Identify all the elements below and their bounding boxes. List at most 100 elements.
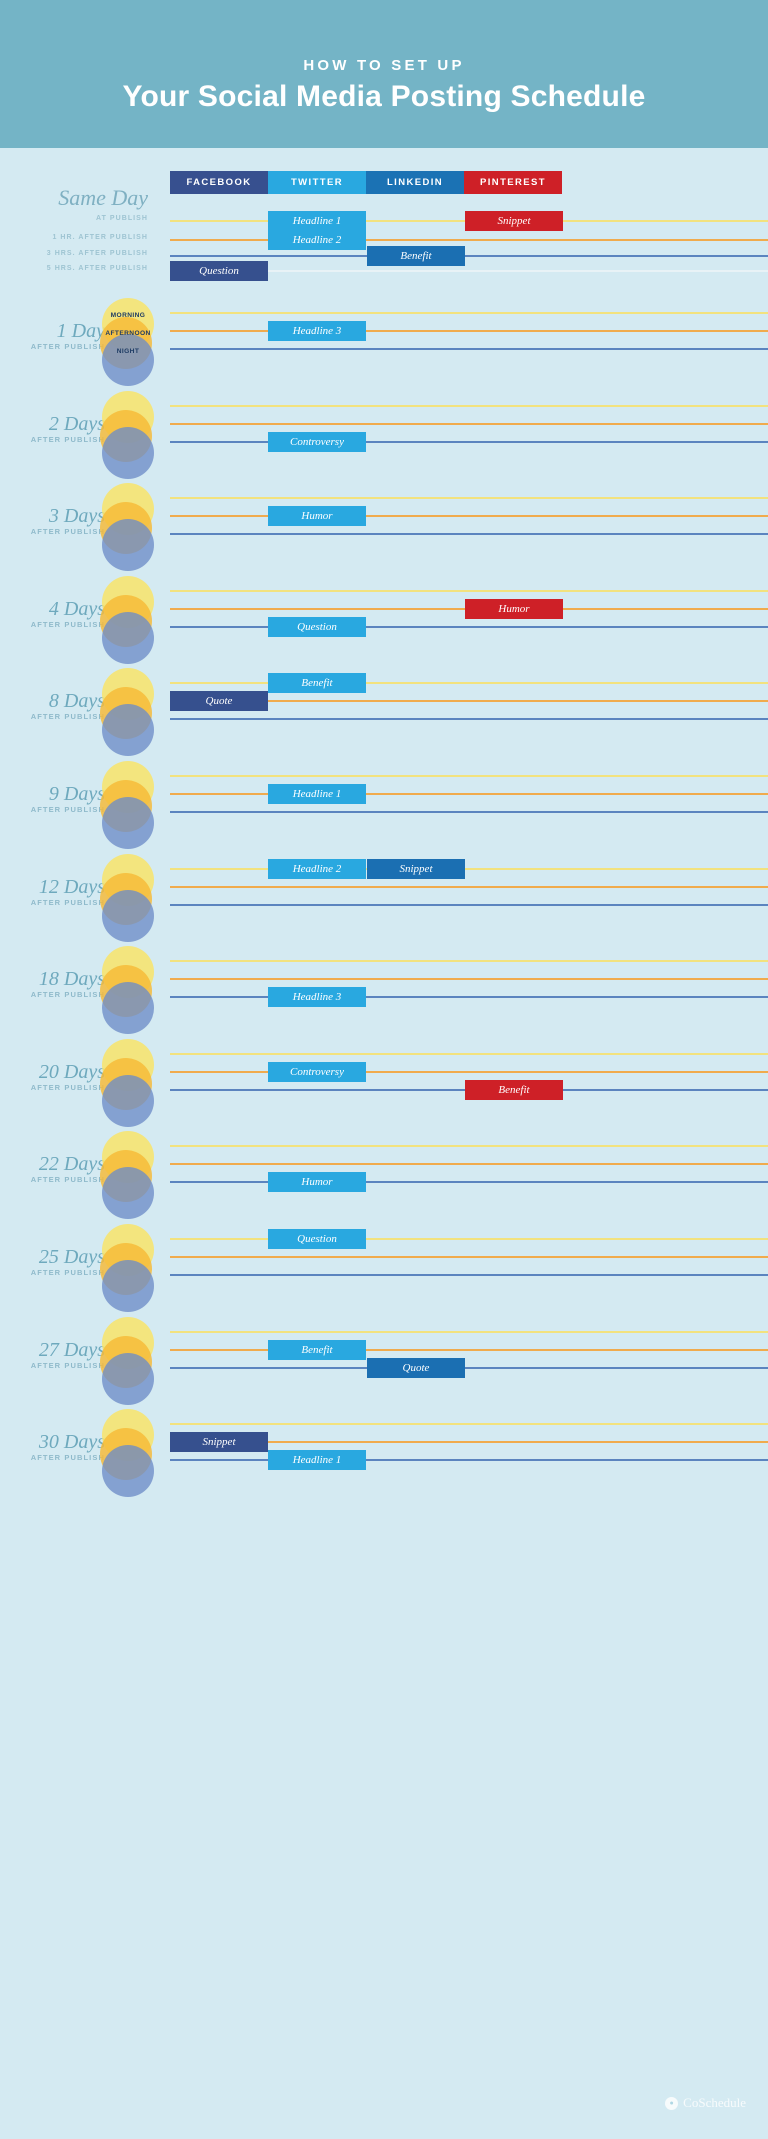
same-day-row-caption: 3 HRS. AFTER PUBLISH bbox=[46, 250, 148, 257]
time-of-day-circle-night bbox=[102, 612, 154, 664]
platform-header-pinterest[interactable]: PINTEREST bbox=[464, 171, 562, 194]
platform-header-linkedin[interactable]: LINKEDIN bbox=[366, 171, 464, 194]
timeline-line-night bbox=[170, 348, 768, 350]
time-of-day-circle-night bbox=[102, 334, 154, 386]
schedule-bar-pinterest[interactable]: Snippet bbox=[465, 211, 563, 231]
schedule-bar-facebook[interactable]: Snippet bbox=[170, 1432, 268, 1452]
timeline-line-morning bbox=[170, 1423, 768, 1425]
platform-header-facebook[interactable]: FACEBOOK bbox=[170, 171, 268, 194]
day-row-subtitle: AFTER PUBLISH bbox=[30, 1361, 105, 1370]
schedule-bar-twitter[interactable]: Headline 1 bbox=[268, 1450, 366, 1470]
schedule-bar-twitter[interactable]: Headline 1 bbox=[268, 211, 366, 231]
day-row-title: 18 Days bbox=[38, 968, 105, 990]
time-of-day-circle-night bbox=[102, 797, 154, 849]
time-of-day-circle-night bbox=[102, 1445, 154, 1497]
day-row: 4 Days AFTER PUBLISH Humor Question bbox=[0, 570, 768, 664]
timeline-line-afternoon bbox=[170, 330, 768, 332]
timeline-line-morning bbox=[170, 868, 768, 870]
schedule-bar-linkedin[interactable]: Quote bbox=[367, 1358, 465, 1378]
day-row-title: 2 Days bbox=[48, 413, 105, 435]
time-of-day-circles bbox=[100, 576, 156, 664]
schedule-bar-linkedin[interactable]: Benefit bbox=[367, 246, 465, 266]
schedule-bar-twitter[interactable]: Controversy bbox=[268, 1062, 366, 1082]
time-of-day-circle-night bbox=[102, 704, 154, 756]
day-row-title: 25 Days bbox=[38, 1246, 105, 1268]
timeline-line-afternoon bbox=[170, 793, 768, 795]
platform-header-twitter[interactable]: TWITTER bbox=[268, 171, 366, 194]
footer-brand: CoSchedule bbox=[683, 2095, 746, 2110]
timeline-line-morning bbox=[170, 775, 768, 777]
timeline-line-night bbox=[170, 1274, 768, 1276]
day-row-subtitle: AFTER PUBLISH bbox=[30, 527, 105, 536]
timeline-line-morning bbox=[170, 1238, 768, 1240]
day-row-subtitle: AFTER PUBLISH bbox=[30, 1175, 105, 1184]
timeline-line-morning bbox=[170, 590, 768, 592]
schedule-bar-twitter[interactable]: Question bbox=[268, 617, 366, 637]
schedule-bar-pinterest[interactable]: Benefit bbox=[465, 1080, 563, 1100]
schedule-bar-facebook[interactable]: Question bbox=[170, 261, 268, 281]
timeline-line-afternoon bbox=[170, 1256, 768, 1258]
time-of-day-circles bbox=[100, 1317, 156, 1405]
time-of-day-circles bbox=[100, 1224, 156, 1312]
schedule-bar-twitter[interactable]: Benefit bbox=[268, 1340, 366, 1360]
same-day-row-caption: 5 HRS. AFTER PUBLISH bbox=[46, 265, 148, 272]
timeline-line-morning bbox=[170, 682, 768, 684]
day-row-subtitle: AFTER PUBLISH bbox=[30, 1453, 105, 1462]
schedule-bar-pinterest[interactable]: Humor bbox=[465, 599, 563, 619]
day-row-title: 9 Days bbox=[48, 783, 105, 805]
schedule-bar-twitter[interactable]: Question bbox=[268, 1229, 366, 1249]
schedule-bar-twitter[interactable]: Humor bbox=[268, 1172, 366, 1192]
day-row-title: 4 Days bbox=[48, 598, 105, 620]
day-row-title: 3 Days bbox=[48, 505, 105, 527]
timeline-line bbox=[170, 239, 768, 241]
time-of-day-circles bbox=[100, 1409, 156, 1497]
time-of-day-circle-night bbox=[102, 1075, 154, 1127]
time-of-day-circle-night bbox=[102, 1260, 154, 1312]
time-of-day-circle-night bbox=[102, 1353, 154, 1405]
schedule-bar-linkedin[interactable]: Snippet bbox=[367, 859, 465, 879]
schedule-bar-twitter[interactable]: Headline 2 bbox=[268, 859, 366, 879]
timeline-line-night bbox=[170, 441, 768, 443]
day-row: 12 Days AFTER PUBLISH Headline 2 Snippet bbox=[0, 848, 768, 942]
schedule-bar-twitter[interactable]: Controversy bbox=[268, 432, 366, 452]
header-banner: HOW TO SET UP Your Social Media Posting … bbox=[0, 0, 768, 148]
timeline-line-afternoon bbox=[170, 1163, 768, 1165]
time-of-day-circles bbox=[100, 946, 156, 1034]
time-of-day-circles bbox=[100, 761, 156, 849]
day-row-title: 20 Days bbox=[38, 1061, 105, 1083]
co-schedule-icon: ● bbox=[665, 2096, 679, 2110]
timeline-line-night bbox=[170, 904, 768, 906]
timeline-line-night bbox=[170, 811, 768, 813]
timeline-line-morning bbox=[170, 1145, 768, 1147]
schedule-bar-twitter[interactable]: Headline 3 bbox=[268, 321, 366, 341]
timeline-line-morning bbox=[170, 405, 768, 407]
day-row-subtitle: AFTER PUBLISH bbox=[30, 805, 105, 814]
day-row-title: 22 Days bbox=[38, 1153, 105, 1175]
timeline-line-night bbox=[170, 1367, 768, 1369]
platform-header-row: FACEBOOK TWITTER LINKEDIN PINTEREST bbox=[170, 171, 562, 194]
schedule-bar-twitter[interactable]: Headline 2 bbox=[268, 230, 366, 250]
day-row: 22 Days AFTER PUBLISH Humor bbox=[0, 1125, 768, 1219]
day-row-title: 30 Days bbox=[38, 1431, 105, 1453]
timeline-line-afternoon bbox=[170, 1071, 768, 1073]
timeline-line-morning bbox=[170, 1053, 768, 1055]
day-row: 1 Day AFTER PUBLISH MORNING AFTERNOON NIGHT H… bbox=[0, 292, 768, 386]
schedule-bar-twitter[interactable]: Benefit bbox=[268, 673, 366, 693]
timeline-line-night bbox=[170, 718, 768, 720]
timeline-line-morning bbox=[170, 960, 768, 962]
day-row-subtitle: AFTER PUBLISH bbox=[30, 342, 105, 351]
timeline-line-night bbox=[170, 1459, 768, 1461]
day-row-subtitle: AFTER PUBLISH bbox=[30, 898, 105, 907]
time-of-day-label-night: NIGHT bbox=[116, 348, 140, 355]
time-of-day-circles bbox=[100, 854, 156, 942]
timeline-line-morning bbox=[170, 312, 768, 314]
same-day-label: Same Day bbox=[58, 185, 148, 210]
schedule-bar-twitter[interactable]: Headline 3 bbox=[268, 987, 366, 1007]
day-row: 2 Days AFTER PUBLISH Controversy bbox=[0, 385, 768, 479]
schedule-bar-twitter[interactable]: Headline 1 bbox=[268, 784, 366, 804]
schedule-bar-twitter[interactable]: Humor bbox=[268, 506, 366, 526]
schedule-bar-facebook[interactable]: Quote bbox=[170, 691, 268, 711]
day-row: 25 Days AFTER PUBLISH Question bbox=[0, 1218, 768, 1312]
timeline-line-morning bbox=[170, 497, 768, 499]
time-of-day-circle-night bbox=[102, 519, 154, 571]
